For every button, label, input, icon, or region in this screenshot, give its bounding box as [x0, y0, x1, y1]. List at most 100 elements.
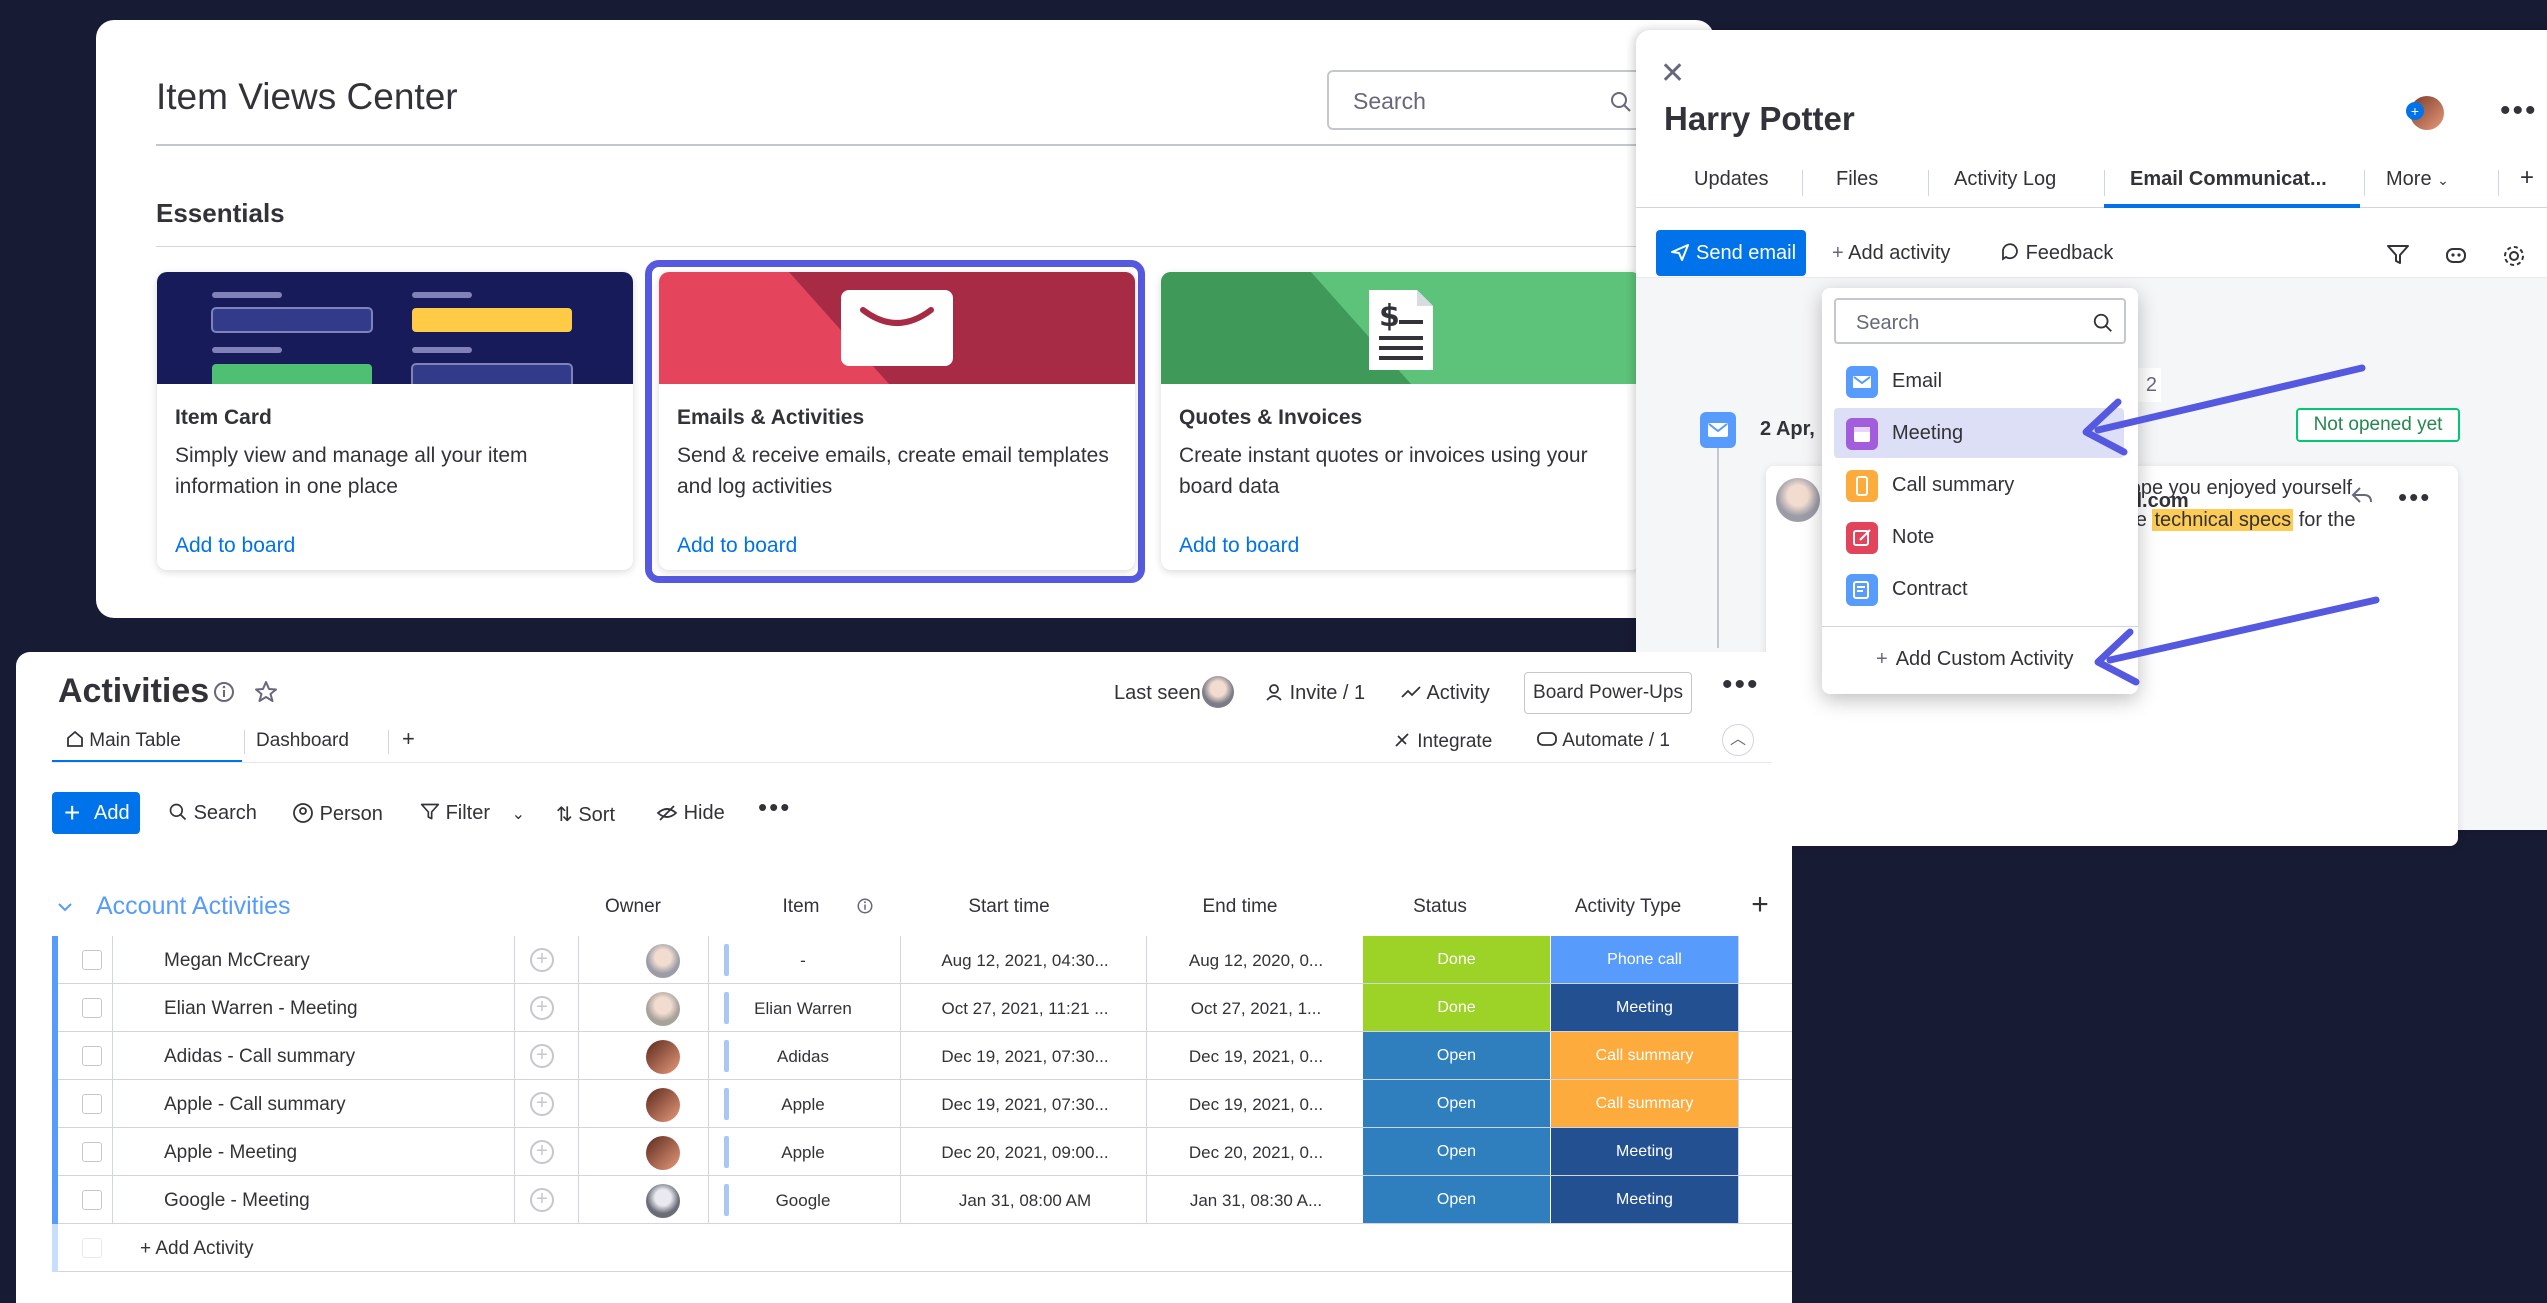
collapse-header-icon[interactable]: ︿: [1722, 724, 1754, 756]
card-item-card[interactable]: Item Card Simply view and manage all you…: [157, 272, 633, 570]
item-name[interactable]: Elian Warren - Meeting: [164, 998, 358, 1020]
menu-item-contract[interactable]: Contract: [1834, 564, 2124, 614]
status-cell[interactable]: Open: [1362, 1128, 1550, 1175]
add-update-icon[interactable]: +: [530, 996, 554, 1020]
menu-item-call-summary[interactable]: Call summary: [1834, 460, 2124, 510]
robot-icon[interactable]: [2444, 244, 2468, 266]
hide-button[interactable]: Hide: [656, 802, 725, 825]
add-update-icon[interactable]: +: [530, 1044, 554, 1068]
activity-button[interactable]: Activity: [1400, 682, 1490, 705]
row-checkbox[interactable]: [82, 1142, 102, 1162]
avatar[interactable]: [1202, 676, 1234, 708]
end-time-cell[interactable]: Jan 31, 08:30 A...: [1150, 1191, 1362, 1211]
feedback-button[interactable]: Feedback: [2000, 242, 2113, 265]
table-row[interactable]: Megan McCreary + - Aug 12, 2021, 04:30..…: [52, 936, 1792, 984]
star-icon[interactable]: [254, 680, 278, 704]
board-power-ups-button[interactable]: Board Power-Ups: [1524, 672, 1692, 714]
table-row[interactable]: Elian Warren - Meeting + Elian Warren Oc…: [52, 984, 1792, 1032]
tab-more[interactable]: More ⌄: [2386, 168, 2449, 191]
column-header-status[interactable]: Status: [1346, 896, 1534, 918]
column-header-item[interactable]: Item: [726, 896, 876, 918]
close-icon[interactable]: ✕: [1660, 56, 1685, 91]
info-icon[interactable]: [212, 680, 236, 704]
filter-icon[interactable]: [2386, 244, 2410, 266]
table-row[interactable]: Adidas - Call summary + Adidas Dec 19, 2…: [52, 1032, 1792, 1080]
end-time-cell[interactable]: Dec 19, 2021, 0...: [1150, 1095, 1362, 1115]
activity-type-cell[interactable]: Meeting: [1550, 1128, 1738, 1175]
activity-type-cell[interactable]: Phone call: [1550, 936, 1738, 983]
item-cell[interactable]: Apple: [728, 1143, 878, 1163]
end-time-cell[interactable]: Oct 27, 2021, 1...: [1150, 999, 1362, 1019]
start-time-cell[interactable]: Aug 12, 2021, 04:30...: [904, 951, 1146, 971]
tab-activity-log[interactable]: Activity Log: [1954, 168, 2056, 191]
add-activity-button[interactable]: + Add activity: [1832, 242, 1950, 265]
menu-item-note[interactable]: Note: [1834, 512, 2124, 562]
owner-avatar[interactable]: [646, 992, 680, 1026]
activity-type-cell[interactable]: Call summary: [1550, 1032, 1738, 1079]
start-time-cell[interactable]: Dec 19, 2021, 07:30...: [904, 1095, 1146, 1115]
owner-avatar[interactable]: [646, 1136, 680, 1170]
column-header-start-time[interactable]: Start time: [884, 896, 1134, 918]
add-update-icon[interactable]: +: [530, 1140, 554, 1164]
add-item-button[interactable]: + Add: [52, 792, 140, 834]
tab-files[interactable]: Files: [1836, 168, 1878, 191]
table-row[interactable]: Google - Meeting + Google Jan 31, 08:00 …: [52, 1176, 1792, 1224]
row-checkbox[interactable]: [82, 998, 102, 1018]
tab-email-communication[interactable]: Email Communicat...: [2130, 168, 2327, 191]
add-to-board-link[interactable]: Add to board: [175, 534, 295, 558]
search-button[interactable]: Search: [168, 802, 257, 825]
add-view-button[interactable]: +: [402, 726, 415, 752]
add-to-board-link[interactable]: Add to board: [677, 534, 797, 558]
item-name[interactable]: Adidas - Call summary: [164, 1046, 355, 1068]
start-time-cell[interactable]: Oct 27, 2021, 11:21 ...: [904, 999, 1146, 1019]
activity-type-cell[interactable]: Call summary: [1550, 1080, 1738, 1127]
item-cell[interactable]: Apple: [728, 1095, 878, 1115]
more-options-icon[interactable]: •••: [1722, 668, 1760, 702]
owner-avatar[interactable]: [646, 1040, 680, 1074]
tab-updates[interactable]: Updates: [1694, 168, 1769, 191]
column-header-end-time[interactable]: End time: [1132, 896, 1348, 918]
search-input[interactable]: Search: [1327, 70, 1647, 130]
owner-avatar[interactable]: [646, 1088, 680, 1122]
end-time-cell[interactable]: Dec 20, 2021, 0...: [1150, 1143, 1362, 1163]
item-name[interactable]: Apple - Meeting: [164, 1142, 297, 1164]
row-checkbox[interactable]: [82, 950, 102, 970]
add-custom-activity-button[interactable]: + Add Custom Activity: [1876, 648, 2074, 671]
add-to-board-link[interactable]: Add to board: [1179, 534, 1299, 558]
add-row[interactable]: + Add Activity: [52, 1224, 1792, 1272]
more-options-icon[interactable]: •••: [2500, 94, 2538, 128]
activity-type-cell[interactable]: Meeting: [1550, 1176, 1738, 1223]
menu-item-email[interactable]: Email: [1834, 356, 2124, 406]
column-header-owner[interactable]: Owner: [558, 896, 708, 918]
menu-item-meeting[interactable]: Meeting: [1834, 408, 2124, 458]
status-cell[interactable]: Open: [1362, 1080, 1550, 1127]
card-quotes-invoices[interactable]: $ Quotes & Invoices Create instant quote…: [1161, 272, 1641, 570]
start-time-cell[interactable]: Jan 31, 08:00 AM: [904, 1191, 1146, 1211]
add-subscriber-icon[interactable]: +: [2406, 102, 2424, 120]
sort-button[interactable]: ⇅ Sort: [556, 802, 615, 827]
start-time-cell[interactable]: Dec 19, 2021, 07:30...: [904, 1047, 1146, 1067]
integrate-button[interactable]: Integrate: [1392, 730, 1492, 753]
tab-dashboard[interactable]: Dashboard: [256, 730, 349, 752]
last-seen-label[interactable]: Last seen: [1114, 682, 1201, 705]
row-checkbox[interactable]: [82, 1046, 102, 1066]
status-cell[interactable]: Done: [1362, 936, 1550, 983]
activity-search-input[interactable]: Search: [1834, 298, 2126, 344]
gear-icon[interactable]: [2502, 244, 2526, 268]
send-email-button[interactable]: Send email: [1656, 230, 1806, 276]
add-column-button[interactable]: +: [1740, 888, 1780, 922]
owner-avatar[interactable]: [646, 1184, 680, 1218]
column-header-activity-type[interactable]: Activity Type: [1534, 896, 1722, 918]
item-name[interactable]: Apple - Call summary: [164, 1094, 346, 1116]
table-row[interactable]: Apple - Call summary + Apple Dec 19, 202…: [52, 1080, 1792, 1128]
more-options-icon[interactable]: •••: [2398, 482, 2431, 513]
end-time-cell[interactable]: Dec 19, 2021, 0...: [1150, 1047, 1362, 1067]
add-update-icon[interactable]: +: [530, 948, 554, 972]
filter-button[interactable]: Filter ⌄: [420, 802, 525, 825]
info-icon[interactable]: [856, 897, 874, 915]
add-update-icon[interactable]: +: [530, 1092, 554, 1116]
row-checkbox[interactable]: [82, 1190, 102, 1210]
item-name[interactable]: Megan McCreary: [164, 950, 310, 972]
activity-type-cell[interactable]: Meeting: [1550, 984, 1738, 1031]
status-cell[interactable]: Done: [1362, 984, 1550, 1031]
